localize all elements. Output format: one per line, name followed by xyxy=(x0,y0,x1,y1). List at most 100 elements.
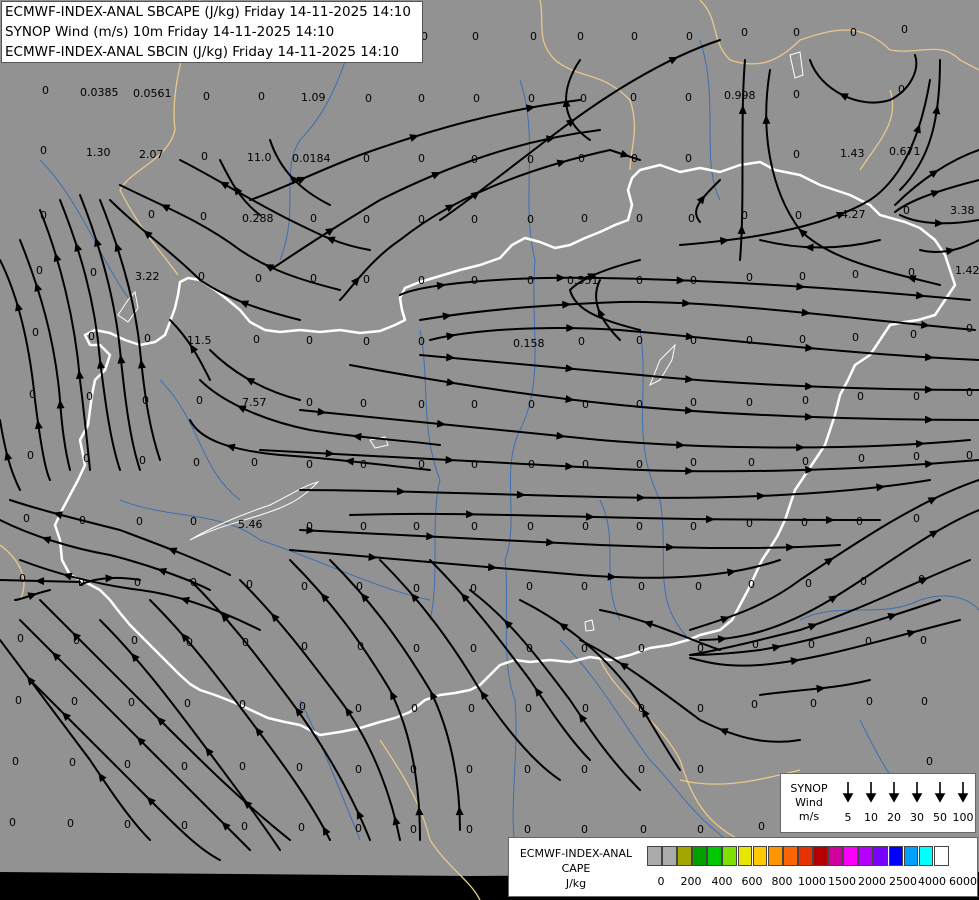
streamline-arrowhead xyxy=(915,439,926,448)
cape-value-label: 0 xyxy=(636,520,643,533)
streamline-arrowhead xyxy=(804,243,814,252)
cape-value-label: 0 xyxy=(83,452,90,465)
lakes xyxy=(117,51,804,632)
cape-value-label: 0 xyxy=(306,520,313,533)
cape-value-label: 0 xyxy=(746,271,753,284)
cape-value-label: 0 xyxy=(857,390,864,403)
streamline-arrowhead xyxy=(157,568,167,576)
map-view[interactable]: 0.0385 0.0561 1.09 0.998 1.30 2.07 11.0 0.0184 1… xyxy=(0,0,979,900)
cape-value-label: 0 xyxy=(411,702,418,715)
wind-legend: SYNOP Wind m/s 5 10 20 30 50 100 xyxy=(780,773,976,833)
cape-value-label: 0 xyxy=(90,266,97,279)
wind-legend-value: 10 xyxy=(864,811,878,824)
cape-value-label: 0 xyxy=(525,702,532,715)
wind-legend-value: 20 xyxy=(887,811,901,824)
streamline-arrowhead xyxy=(396,487,406,496)
cape-value-label: 0 xyxy=(418,398,425,411)
cape-value-label: 0 xyxy=(413,642,420,655)
streamline-arrowhead xyxy=(15,301,23,312)
streamline xyxy=(759,679,871,696)
cape-value-label: 0 xyxy=(200,210,207,223)
streamline-arrowhead xyxy=(643,620,654,629)
cape-value-label: 0.0184 xyxy=(292,152,331,165)
cape-value-label: 0 xyxy=(527,520,534,533)
cape-value-label: 0 xyxy=(580,92,587,105)
cape-scale-tick: 1000 xyxy=(798,875,826,888)
cape-value-label: 0 xyxy=(79,514,86,527)
neighbor-borders xyxy=(0,0,979,900)
cape-color-swatch xyxy=(888,846,904,866)
cape-value-label: 0 xyxy=(578,335,585,348)
cape-scale-tick: 0 xyxy=(657,875,665,888)
cape-value-label: 0 xyxy=(921,695,928,708)
cape-scale-tick: 600 xyxy=(741,875,763,888)
cape-scale-tick: 6000 xyxy=(949,875,977,888)
cape-value-label: 0 xyxy=(360,520,367,533)
streamline-arrowhead xyxy=(756,492,766,501)
cape-value-label: 0 xyxy=(741,26,748,39)
cape-value-label: 0 xyxy=(203,90,210,103)
streamline-arrowhead xyxy=(546,538,556,547)
streamline xyxy=(699,509,979,641)
cape-value-label: 0 xyxy=(805,577,812,590)
cape-value-label: 0 xyxy=(808,638,815,651)
cape-value-label: 0 xyxy=(40,144,47,157)
streamline-arrowhead xyxy=(415,806,424,816)
streamline-arrowhead xyxy=(804,412,814,421)
cape-value-label: 0 xyxy=(134,576,141,589)
streamline-arrowhead xyxy=(676,440,686,449)
cape-value-label: 0 xyxy=(640,823,647,836)
streamline-arrowhead xyxy=(737,224,746,235)
streamline xyxy=(0,419,21,491)
cape-value-label: 7.57 xyxy=(242,396,267,409)
cape-value-label: 0 xyxy=(690,520,697,533)
cape-value-label: 0 xyxy=(527,153,534,166)
cape-value-label: 0 xyxy=(40,209,47,222)
cape-value-label: 0 xyxy=(903,204,910,217)
cape-value-label: 0.288 xyxy=(242,212,274,225)
streamline xyxy=(399,276,971,301)
cape-value-label: 0 xyxy=(697,642,704,655)
cape-value-label: 0 xyxy=(578,152,585,165)
cape-value-label: 0 xyxy=(69,756,76,769)
cape-value-label: 0 xyxy=(524,763,531,776)
streamline-arrowhead xyxy=(828,595,838,604)
map-title-box: ECMWF-INDEX-ANAL SBCAPE (J/kg) Friday 14… xyxy=(1,1,423,63)
streamline-arrowhead xyxy=(534,687,544,697)
cape-value-label: 0 xyxy=(193,456,200,469)
cape-color-swatch xyxy=(677,846,692,866)
cape-value-label: 0 xyxy=(306,396,313,409)
streamline-arrowhead xyxy=(556,273,566,282)
cape-value-label: 0 xyxy=(471,398,478,411)
cape-value-label: 0 xyxy=(67,817,74,830)
streamline-arrowhead xyxy=(436,419,447,428)
cape-value-label: 3.22 xyxy=(135,270,160,283)
cape-value-label: 0 xyxy=(356,580,363,593)
cape-value-label: 0 xyxy=(306,334,313,347)
cape-value-label: 0 xyxy=(527,213,534,226)
cape-value-label: 2.07 xyxy=(139,148,164,161)
streamline-arrowhead xyxy=(805,343,815,352)
cape-value-label: 0 xyxy=(581,763,588,776)
cape-value-label: 0 xyxy=(697,823,704,836)
wind-legend-title-line: Wind xyxy=(795,796,823,809)
streamline-arrowhead xyxy=(97,359,105,369)
streamline-arrowhead xyxy=(445,455,455,464)
streamline-arrowhead xyxy=(431,172,442,180)
cape-value-label: 0 xyxy=(636,212,643,225)
cape-color-swatch xyxy=(782,846,798,866)
streamline xyxy=(269,139,331,206)
streamline-arrowhead xyxy=(344,457,355,466)
streamline-arrowhead xyxy=(718,728,729,736)
cape-value-label: 0 xyxy=(471,458,478,471)
cape-value-label: 0 xyxy=(636,398,643,411)
cape-value-label: 0 xyxy=(865,635,872,648)
cape-value-label: 0 xyxy=(528,398,535,411)
cape-value-label: 0 xyxy=(748,578,755,591)
streamline-arrowhead xyxy=(325,236,336,245)
cape-value-label: 0 xyxy=(363,273,370,286)
streamline-arrowhead xyxy=(317,407,327,416)
cape-value-label: 0 xyxy=(581,580,588,593)
streamline xyxy=(299,409,971,449)
cape-scale-tick: 1500 xyxy=(828,875,856,888)
